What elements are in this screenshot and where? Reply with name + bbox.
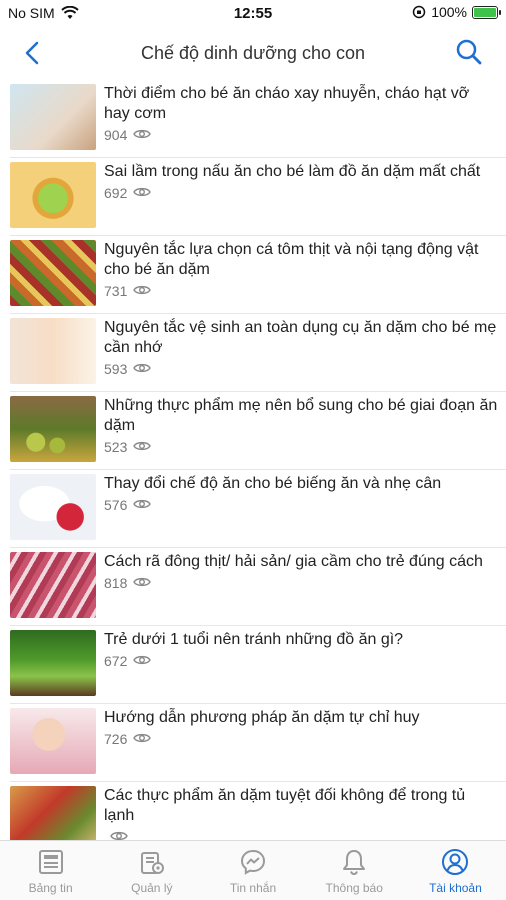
- view-count: 726: [104, 731, 128, 747]
- article-thumbnail: [10, 474, 96, 540]
- tab-notifications[interactable]: Thông báo: [304, 841, 405, 900]
- article-title: Cách rã đông thịt/ hải sản/ gia cầm cho …: [104, 553, 483, 570]
- article-info: Nguyên tắc vệ sinh an toàn dụng cụ ăn dặ…: [104, 314, 506, 392]
- article-info: Thời điểm cho bé ăn cháo xay nhuyễn, chá…: [104, 80, 506, 158]
- article-info: Trẻ dưới 1 tuổi nên tránh những đồ ăn gì…: [104, 626, 506, 704]
- article-thumbnail: [10, 240, 96, 306]
- article-thumbnail: [10, 84, 96, 150]
- article-list: Thời điểm cho bé ăn cháo xay nhuyễn, chá…: [0, 80, 506, 840]
- navigation-bar: Chế độ dinh dưỡng cho con: [0, 28, 506, 78]
- view-count: 904: [104, 127, 128, 143]
- article-item[interactable]: Hướng dẫn phương pháp ăn dặm tự chỉ huy 7…: [0, 704, 506, 782]
- tab-label: Thông báo: [325, 880, 383, 895]
- account-icon: [442, 848, 469, 875]
- view-count: 818: [104, 575, 128, 591]
- view-count: 576: [104, 497, 128, 513]
- article-info: Những thực phẩm mẹ nên bổ sung cho bé gi…: [104, 392, 506, 470]
- article-info: Cách rã đông thịt/ hải sản/ gia cầm cho …: [104, 548, 506, 626]
- battery-icon: [472, 5, 501, 19]
- tab-label: Bảng tin: [28, 880, 73, 895]
- article-meta: 904: [104, 127, 498, 143]
- article-item[interactable]: Nguyên tắc lựa chọn cá tôm thịt và nội t…: [0, 236, 506, 314]
- manage-icon: [140, 851, 164, 874]
- article-item[interactable]: Những thực phẩm mẹ nên bổ sung cho bé gi…: [0, 392, 506, 470]
- article-title: Nguyên tắc vệ sinh an toàn dụng cụ ăn dặ…: [104, 319, 497, 356]
- tab-account[interactable]: Tài khoản: [405, 841, 506, 900]
- article-meta: 726: [104, 731, 498, 747]
- eye-icon: [133, 497, 152, 513]
- tab-label: Tài khoản: [429, 880, 482, 895]
- article-title: Những thực phẩm mẹ nên bổ sung cho bé gi…: [104, 397, 498, 434]
- eye-icon: [133, 653, 152, 669]
- article-item[interactable]: Sai lầm trong nấu ăn cho bé làm đồ ăn dặ…: [0, 158, 506, 236]
- article-meta: 692: [104, 185, 498, 201]
- eye-icon: [133, 575, 152, 591]
- article-thumbnail: [10, 162, 96, 228]
- view-count: 672: [104, 653, 128, 669]
- article-info: Hướng dẫn phương pháp ăn dặm tự chỉ huy 7…: [104, 704, 506, 782]
- article-item[interactable]: Trẻ dưới 1 tuổi nên tránh những đồ ăn gì…: [0, 626, 506, 704]
- article-info: Thay đổi chế độ ăn cho bé biếng ăn và nh…: [104, 470, 506, 548]
- tab-manage[interactable]: Quản lý: [101, 841, 202, 900]
- eye-icon: [133, 361, 152, 377]
- article-info: Sai lầm trong nấu ăn cho bé làm đồ ăn dặ…: [104, 158, 506, 236]
- orientation-lock-icon: [412, 5, 426, 19]
- article-meta: 576: [104, 497, 498, 513]
- bell-icon: [343, 849, 366, 875]
- article-title: Thời điểm cho bé ăn cháo xay nhuyễn, chá…: [104, 85, 470, 122]
- article-item[interactable]: Thay đổi chế độ ăn cho bé biếng ăn và nh…: [0, 470, 506, 548]
- article-title: Các thực phẩm ăn dặm tuyệt đối không để …: [104, 787, 466, 824]
- search-icon[interactable]: [454, 37, 484, 67]
- tab-messages[interactable]: Tin nhắn: [202, 841, 303, 900]
- eye-icon: [133, 439, 152, 455]
- tab-bar: Bảng tin Quản lý Tin nhắn Thông báo Tài …: [0, 840, 506, 900]
- eye-icon: [133, 185, 152, 201]
- article-info: Nguyên tắc lựa chọn cá tôm thịt và nội t…: [104, 236, 506, 314]
- article-meta: [104, 829, 498, 840]
- tab-news-feed[interactable]: Bảng tin: [0, 841, 101, 900]
- article-item[interactable]: Nguyên tắc vệ sinh an toàn dụng cụ ăn dặ…: [0, 314, 506, 392]
- eye-icon: [133, 731, 152, 747]
- article-item[interactable]: Thời điểm cho bé ăn cháo xay nhuyễn, chá…: [0, 80, 506, 158]
- eye-icon: [133, 283, 152, 299]
- article-item[interactable]: Các thực phẩm ăn dặm tuyệt đối không để …: [0, 782, 506, 840]
- view-count: 692: [104, 185, 128, 201]
- article-thumbnail: [10, 786, 96, 840]
- view-count: 523: [104, 439, 128, 455]
- status-bar: No SIM 12:55 100%: [0, 0, 506, 28]
- view-count: 593: [104, 361, 128, 377]
- article-meta: 731: [104, 283, 498, 299]
- article-item[interactable]: Cách rã đông thịt/ hải sản/ gia cầm cho …: [0, 548, 506, 626]
- article-info: Các thực phẩm ăn dặm tuyệt đối không để …: [104, 782, 506, 840]
- view-count: 731: [104, 283, 128, 299]
- tab-label: Tin nhắn: [229, 880, 277, 895]
- article-title: Thay đổi chế độ ăn cho bé biếng ăn và nh…: [104, 475, 442, 492]
- messenger-icon: [240, 849, 266, 875]
- eye-icon: [133, 127, 152, 143]
- page-title: Chế độ dinh dưỡng cho con: [140, 42, 365, 63]
- article-thumbnail: [10, 318, 96, 384]
- news-feed-icon: [38, 849, 63, 874]
- article-title: Hướng dẫn phương pháp ăn dặm tự chỉ huy: [104, 709, 420, 726]
- article-thumbnail: [10, 708, 96, 774]
- article-meta: 672: [104, 653, 498, 669]
- article-title: Nguyên tắc lựa chọn cá tôm thịt và nội t…: [104, 241, 479, 278]
- article-meta: 593: [104, 361, 498, 377]
- eye-icon: [110, 829, 128, 840]
- article-thumbnail: [10, 396, 96, 462]
- article-title: Sai lầm trong nấu ăn cho bé làm đồ ăn dặ…: [104, 163, 481, 180]
- battery-percent: 100%: [431, 4, 467, 20]
- article-meta: 523: [104, 439, 498, 455]
- status-right: 100%: [412, 4, 501, 20]
- article-meta: 818: [104, 575, 498, 591]
- article-thumbnail: [10, 552, 96, 618]
- battery-level: [474, 7, 496, 17]
- chevron-left-icon[interactable]: [18, 38, 48, 68]
- tab-label: Quản lý: [131, 880, 173, 895]
- article-thumbnail: [10, 630, 96, 696]
- article-title: Trẻ dưới 1 tuổi nên tránh những đồ ăn gì…: [104, 631, 404, 648]
